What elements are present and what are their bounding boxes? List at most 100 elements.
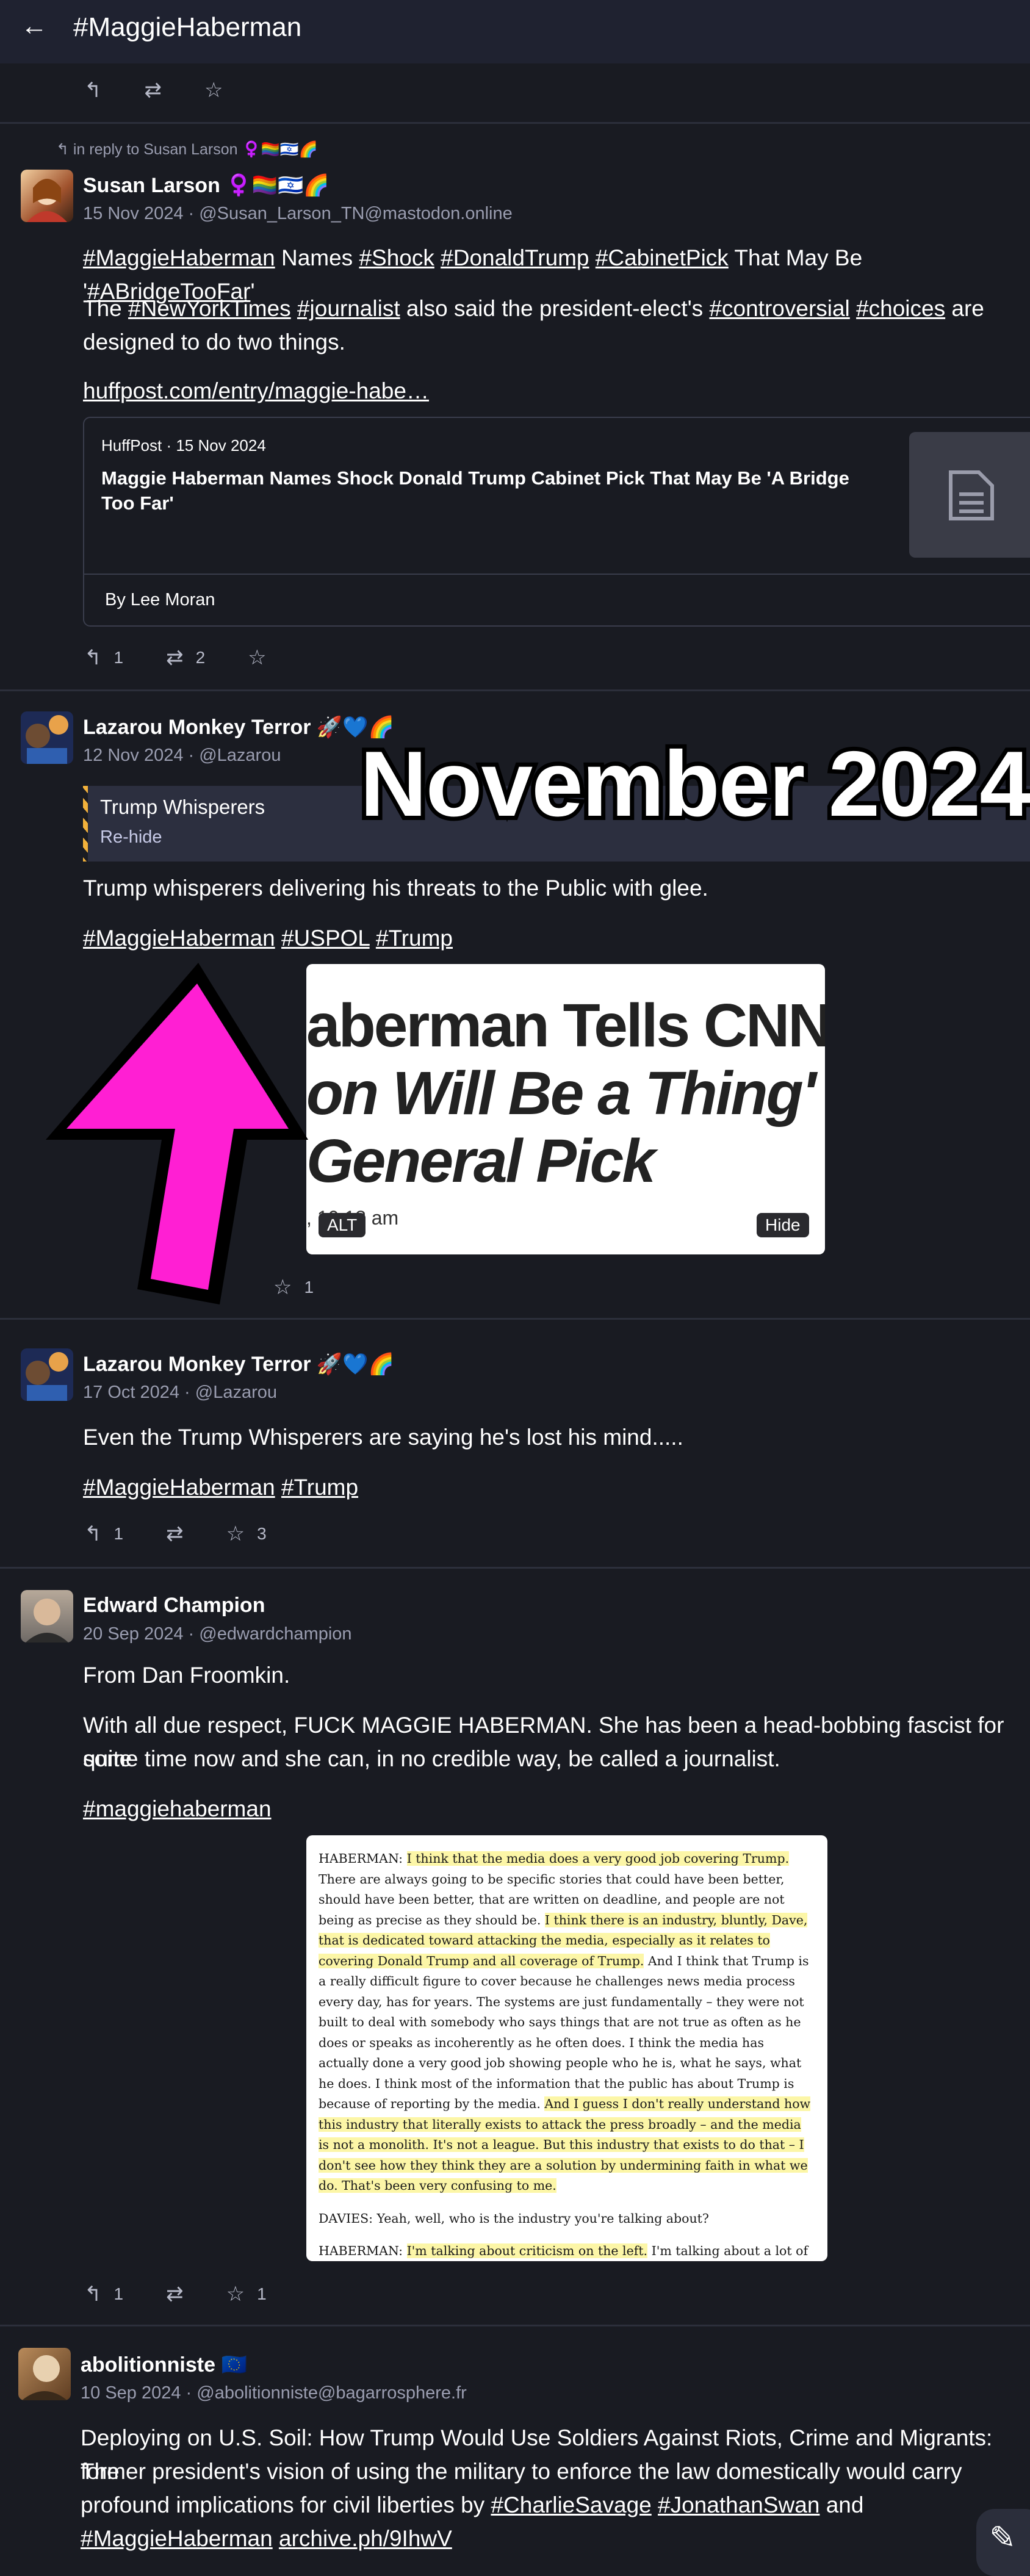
hashtag-link[interactable]: #JonathanSwan bbox=[658, 2492, 819, 2517]
card-divider bbox=[84, 574, 1030, 575]
star-icon: ☆ bbox=[248, 646, 267, 669]
author-name[interactable]: Edward Champion bbox=[83, 1594, 265, 1617]
post-actions: ↰ 1 ⇄ ☆ 3 bbox=[84, 1522, 309, 1546]
post-text-line: #MaggieHaberman archive.ph/9IhwV bbox=[81, 2522, 1026, 2555]
hashtag-row: #MaggieHaberman #Trump bbox=[83, 1470, 358, 1504]
hashtag-link[interactable]: #CharlieSavage bbox=[491, 2492, 651, 2517]
favourite-button[interactable]: ☆ 1 bbox=[273, 1275, 314, 1300]
alt-button[interactable]: ALT bbox=[319, 1213, 366, 1237]
boost-button[interactable]: ⇄ 2 bbox=[166, 646, 205, 670]
hashtag-link[interactable]: #DonaldTrump bbox=[441, 245, 589, 270]
external-link: huffpost.com/entry/maggie-habe… bbox=[83, 374, 429, 408]
post-meta[interactable]: 17 Oct 2024 · @Lazarou bbox=[83, 1383, 277, 1403]
reply-button[interactable]: ↰ bbox=[84, 78, 102, 103]
post-meta[interactable]: 15 Nov 2024 · @Susan_Larson_TN@mastodon.… bbox=[83, 204, 513, 224]
hashtag-link[interactable]: #NewYorkTimes bbox=[128, 296, 291, 321]
compose-button[interactable]: ✎ bbox=[976, 2509, 1030, 2576]
reply-button[interactable]: ↰ 1 bbox=[84, 1522, 123, 1546]
fav-count: 1 bbox=[304, 1278, 314, 1297]
hashtag-link[interactable]: #MaggieHaberman bbox=[83, 926, 275, 951]
card-byline: By Lee Moran bbox=[105, 590, 215, 610]
hashtag-link[interactable]: #controversial bbox=[709, 296, 849, 321]
boost-count: 2 bbox=[195, 648, 206, 667]
link-preview-card[interactable]: HuffPost · 15 Nov 2024 Maggie Haberman N… bbox=[83, 417, 1030, 627]
boost-icon: ⇄ bbox=[166, 2283, 184, 2306]
hashtag-link[interactable]: #CabinetPick bbox=[596, 245, 729, 270]
post-meta[interactable]: 10 Sep 2024 · @abolitionniste@bagarrosph… bbox=[81, 2383, 467, 2403]
card-title: Maggie Haberman Names Shock Donald Trump… bbox=[101, 467, 849, 514]
avatar[interactable] bbox=[21, 711, 73, 764]
post-text: Even the Trump Whisperers are saying he'… bbox=[83, 1425, 683, 1450]
avatar-image bbox=[27, 179, 67, 222]
cw-title: Trump Whisperers bbox=[100, 796, 265, 818]
avatar-image bbox=[26, 1599, 68, 1642]
transcript-paragraph: HABERMAN: I'm talking about criticism on… bbox=[319, 2243, 809, 2258]
favourite-button[interactable]: ☆ bbox=[248, 646, 266, 670]
arrow-up-icon bbox=[46, 963, 308, 1304]
avatar[interactable] bbox=[21, 1590, 73, 1642]
post-text: Trump whisperers delivering his threats … bbox=[83, 876, 708, 901]
boost-button[interactable]: ⇄ bbox=[145, 78, 162, 103]
avatar[interactable] bbox=[21, 1348, 73, 1401]
hashtag-link[interactable]: #MaggieHaberman bbox=[83, 245, 275, 270]
divider bbox=[0, 122, 1030, 124]
attached-image-transcript[interactable]: HABERMAN: I think that the media does a … bbox=[306, 1835, 827, 2261]
post-text-line: designed to do two things. bbox=[83, 329, 345, 354]
hashtag-link[interactable]: #USPOL bbox=[281, 926, 370, 951]
boost-icon: ⇄ bbox=[144, 79, 162, 102]
reply-count: 1 bbox=[113, 648, 124, 667]
pencil-icon: ✎ bbox=[989, 2520, 1016, 2556]
post-meta[interactable]: 12 Nov 2024 · @Lazarou bbox=[83, 746, 281, 766]
post-actions: ↰ 1 ⇄ ☆ 1 bbox=[84, 2282, 309, 2306]
transcript-paragraph: HABERMAN: I think that the media does a … bbox=[319, 1851, 811, 2193]
boost-icon: ⇄ bbox=[166, 646, 184, 669]
attached-image[interactable]: aberman Tells CNN on Will Be a Thing' i … bbox=[306, 964, 825, 1254]
reply-button[interactable]: ↰ 1 bbox=[84, 646, 123, 670]
hashtag-link[interactable]: #MaggieHaberman bbox=[83, 1475, 275, 1500]
rehide-button[interactable]: Re-hide bbox=[100, 827, 162, 847]
back-arrow-icon[interactable]: ← bbox=[21, 11, 48, 41]
divider bbox=[0, 2325, 1030, 2326]
boost-button[interactable]: ⇄ bbox=[166, 2282, 184, 2306]
post-text: From Dan Froomkin. bbox=[83, 1663, 290, 1688]
avatar[interactable] bbox=[21, 170, 73, 222]
top-bar: ← #MaggieHaberman bbox=[0, 0, 1030, 63]
favourite-button[interactable]: ☆ 3 bbox=[226, 1522, 267, 1546]
transcript-paragraph: DAVIES: Yeah, well, who is the industry … bbox=[319, 2211, 709, 2226]
author-name[interactable]: abolitionniste 🇪🇺 bbox=[81, 2353, 247, 2377]
reply-icon: ↰ bbox=[84, 79, 102, 102]
boost-button[interactable]: ⇄ bbox=[166, 1522, 184, 1546]
hashtag-link[interactable]: #journalist bbox=[297, 296, 400, 321]
hashtag-link[interactable]: #MaggieHaberman bbox=[81, 2526, 273, 2551]
hashtag-link[interactable]: #Trump bbox=[376, 926, 453, 951]
fav-count: 3 bbox=[257, 1524, 267, 1543]
image-headline-line: aberman Tells CNN bbox=[306, 991, 825, 1060]
avatar-image bbox=[22, 2355, 67, 2400]
post-actions: ↰ 1 ⇄ 2 ☆ bbox=[84, 646, 309, 670]
post-text-line: some time now and she can, in no credibl… bbox=[83, 1746, 780, 1771]
reply-count: 1 bbox=[113, 2284, 124, 2303]
star-icon: ☆ bbox=[226, 1522, 245, 1545]
hashtag-link[interactable]: #Shock bbox=[359, 245, 434, 270]
hashtag-link[interactable]: #choices bbox=[856, 296, 945, 321]
divider bbox=[0, 1567, 1030, 1569]
favourite-button[interactable]: ☆ 1 bbox=[226, 2282, 267, 2306]
author-name[interactable]: Lazarou Monkey Terror 🚀💙🌈 bbox=[83, 1352, 394, 1376]
avatar[interactable] bbox=[18, 2348, 71, 2400]
hashtag-row: #MaggieHaberman #USPOL #Trump bbox=[83, 921, 453, 955]
url-link[interactable]: archive.ph/9IhwV bbox=[279, 2526, 452, 2551]
boost-icon: ⇄ bbox=[166, 1522, 184, 1545]
author-name[interactable]: Susan Larson ♀️🏳️‍🌈🇮🇱🌈 bbox=[83, 173, 330, 198]
hide-media-button[interactable]: Hide bbox=[757, 1213, 809, 1237]
post-meta[interactable]: 20 Sep 2024 · @edwardchampion bbox=[83, 1624, 352, 1644]
author-name[interactable]: Lazarou Monkey Terror 🚀💙🌈 bbox=[83, 715, 394, 739]
reply-to-line[interactable]: ↰ in reply to Susan Larson ♀️🏳️‍🌈🇮🇱🌈 bbox=[56, 140, 318, 159]
reply-button[interactable]: ↰ 1 bbox=[84, 2282, 123, 2306]
page-title: #MaggieHaberman bbox=[73, 12, 302, 42]
hashtag-link[interactable]: #maggiehaberman bbox=[83, 1796, 272, 1821]
image-headline-line: on Will Be a Thing' i bbox=[306, 1059, 825, 1128]
favourite-button[interactable]: ☆ bbox=[204, 78, 223, 103]
avatar-image bbox=[26, 715, 68, 764]
hashtag-link[interactable]: #Trump bbox=[281, 1475, 358, 1500]
url-link[interactable]: huffpost.com/entry/maggie-habe… bbox=[83, 378, 429, 403]
